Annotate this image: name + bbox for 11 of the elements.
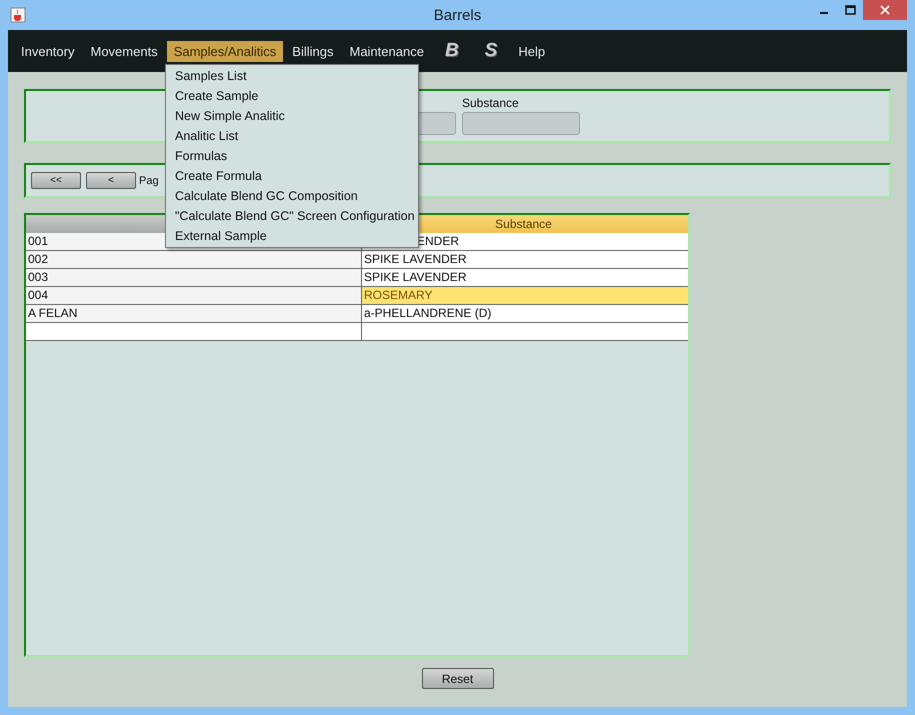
- table-cell: a-PHELLANDRENE (D): [362, 305, 688, 322]
- table-cell: 003: [26, 269, 362, 286]
- table-cell: ROSEMARY: [362, 287, 688, 304]
- table-cell: 002: [26, 251, 362, 268]
- field-label: Substance: [462, 96, 520, 110]
- table-cell: A FELAN: [26, 305, 362, 322]
- window-title: Barrels: [434, 7, 482, 24]
- page-label: Pag: [139, 174, 159, 186]
- table-cell: SPIKE LAVENDER: [362, 269, 688, 286]
- table-cell: 004: [26, 287, 362, 304]
- table-cell: SPIKE LAVENDER: [362, 251, 688, 268]
